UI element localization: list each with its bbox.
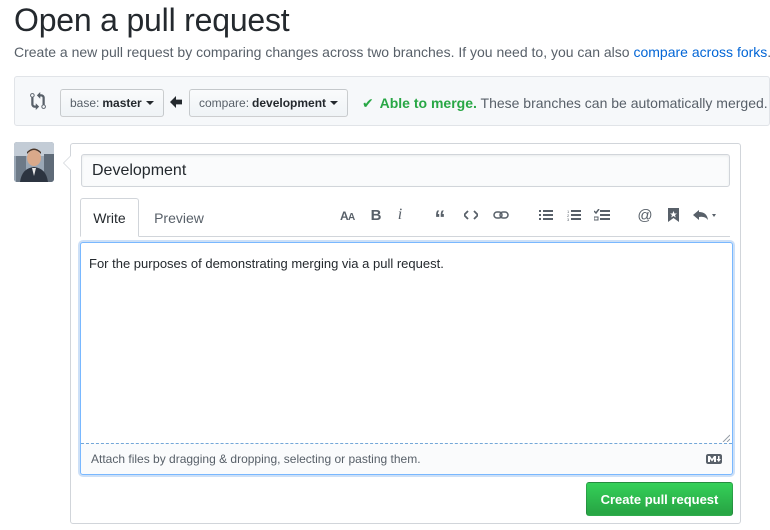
compare-across-forks-link[interactable]: compare across forks xyxy=(633,44,767,60)
base-branch-name: master xyxy=(102,96,142,110)
tab-write[interactable]: Write xyxy=(80,198,139,237)
base-branch-select[interactable]: base: master xyxy=(60,89,164,117)
merge-status-ok: Able to merge. xyxy=(379,95,477,111)
check-icon: ✔ xyxy=(362,95,374,111)
caret-down-icon xyxy=(330,101,339,105)
merge-status: ✔ Able to merge. These branches can be a… xyxy=(362,95,768,112)
caret-down-icon xyxy=(145,101,154,105)
subtitle-text: Create a new pull request by comparing c… xyxy=(14,44,634,60)
tab-preview[interactable]: Preview xyxy=(141,198,217,237)
pr-body-text: For the purposes of demonstrating mergin… xyxy=(89,256,444,271)
unordered-list-icon[interactable] xyxy=(537,205,555,225)
svg-text:3: 3 xyxy=(567,217,570,221)
mention-icon[interactable]: @ xyxy=(636,205,654,225)
base-prefix: base: xyxy=(70,96,100,110)
compare-prefix: compare: xyxy=(199,96,250,110)
page-title: Open a pull request xyxy=(14,2,290,38)
pr-body-textarea[interactable]: For the purposes of demonstrating mergin… xyxy=(80,242,733,475)
svg-text:A: A xyxy=(348,212,355,221)
resize-handle-icon[interactable] xyxy=(722,434,730,442)
text-size-icon[interactable]: AA xyxy=(339,205,359,225)
reply-icon[interactable] xyxy=(691,205,721,225)
avatar[interactable] xyxy=(14,142,54,182)
pull-request-form: Write Preview AA B i “ 123 @ For the pur… xyxy=(63,143,741,524)
italic-icon[interactable]: i xyxy=(393,205,407,225)
task-list-icon[interactable] xyxy=(593,205,611,225)
bold-icon[interactable]: B xyxy=(368,205,384,225)
code-icon[interactable] xyxy=(461,205,481,225)
saved-reply-icon[interactable] xyxy=(665,205,681,225)
git-compare-icon xyxy=(30,92,46,110)
merge-status-detail: These branches can be automatically merg… xyxy=(476,95,768,111)
markdown-icon[interactable] xyxy=(706,454,722,464)
pr-title-input[interactable] xyxy=(81,154,730,187)
compare-bar: base: master compare: development ✔ Able… xyxy=(14,76,770,126)
attach-files-text: Attach files by dragging & dropping, sel… xyxy=(91,452,421,466)
create-pull-request-button[interactable]: Create pull request xyxy=(586,482,733,516)
link-icon[interactable] xyxy=(491,205,511,225)
avatar-image xyxy=(14,142,54,182)
page-subtitle: Create a new pull request by comparing c… xyxy=(14,44,770,60)
quote-icon[interactable]: “ xyxy=(431,205,449,231)
attach-files-bar[interactable]: Attach files by dragging & dropping, sel… xyxy=(81,443,732,474)
compare-branch-name: development xyxy=(252,96,327,110)
arrow-left-icon xyxy=(170,96,182,108)
ordered-list-icon[interactable]: 123 xyxy=(565,205,583,225)
compare-branch-select[interactable]: compare: development xyxy=(189,89,349,117)
